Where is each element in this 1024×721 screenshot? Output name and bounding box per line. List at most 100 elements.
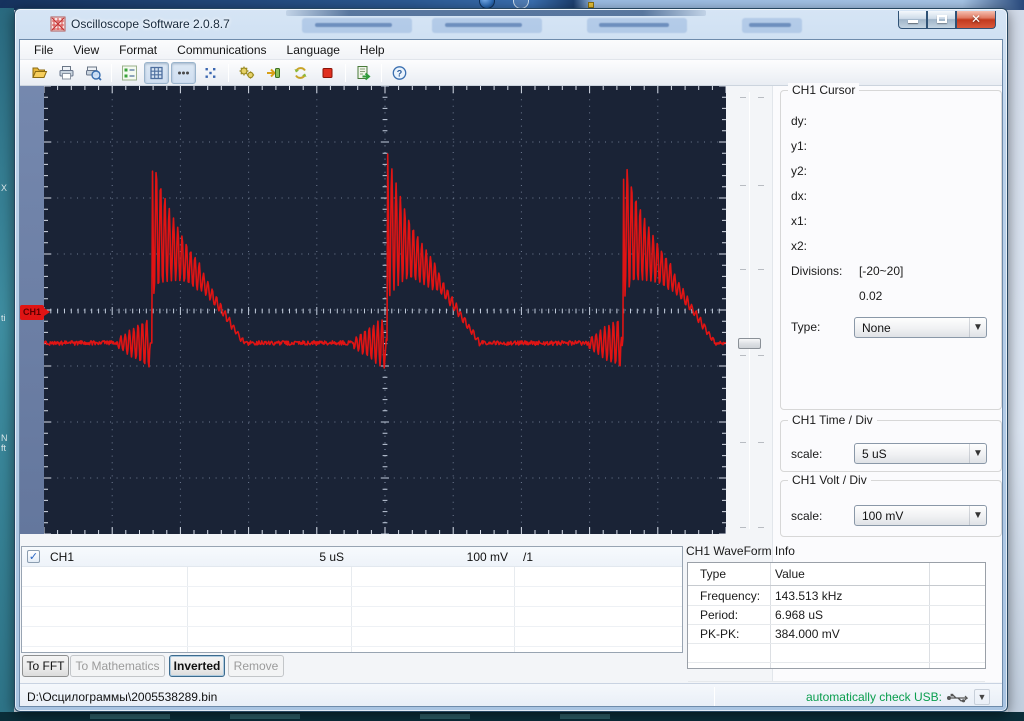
menu-help[interactable]: Help [350, 41, 395, 59]
slider-track[interactable] [749, 92, 750, 529]
volt-div-group: CH1 Volt / Div scale: 100 mV ▼ [780, 480, 1002, 537]
scope-display[interactable] [44, 86, 726, 534]
slider-tick-mark [740, 97, 746, 98]
volt-scale-label: scale: [791, 509, 822, 523]
channel-row[interactable]: ✓CH15 uS100 mV/1 [22, 547, 682, 567]
info-row-type: Frequency: [700, 589, 760, 603]
taskbar-item [420, 714, 470, 719]
cursor-field-row: 0.02 [781, 289, 1001, 311]
channel-checkbox[interactable]: ✓ [27, 550, 40, 563]
open-file-button[interactable] [27, 62, 52, 84]
menu-communications[interactable]: Communications [167, 41, 276, 59]
cursor-type-select[interactable]: None ▼ [854, 317, 987, 338]
taskbar-strip [0, 712, 1024, 721]
toolbar-separator [381, 64, 382, 82]
chevron-down-icon: ▼ [969, 506, 986, 525]
cursor-field-label: x2: [791, 239, 807, 253]
menu-format[interactable]: Format [109, 41, 167, 59]
minimize-button[interactable] [898, 11, 927, 29]
to-fft-button[interactable]: To FFT [22, 655, 69, 677]
waveform-info-empty-row [688, 663, 985, 682]
taskbar-item [90, 714, 170, 719]
channel-empty-row [22, 607, 682, 627]
refresh-button[interactable] [288, 62, 313, 84]
info-row-value: 143.513 kHz [775, 589, 842, 603]
menu-view[interactable]: View [63, 41, 109, 59]
cursor-field-value: [-20~20] [859, 264, 903, 278]
grid-toggle-icon [148, 65, 165, 81]
menu-bar: FileViewFormatCommunicationsLanguageHelp [20, 40, 1002, 60]
volt-div-group-title: CH1 Volt / Div [788, 473, 871, 487]
waveform-info-row: PK-PK:384.000 mV [688, 625, 985, 644]
channel-name: CH1 [50, 550, 74, 564]
dots-line-toggle-button[interactable] [171, 62, 196, 84]
close-button[interactable]: ✕ [956, 11, 996, 29]
menu-language[interactable]: Language [277, 41, 350, 59]
export-button[interactable] [351, 62, 376, 84]
desktop-left-strip: XtiN ft [0, 8, 14, 713]
connect-device-button[interactable] [261, 62, 286, 84]
usb-status-label: automatically check USB: [806, 690, 942, 704]
print-button[interactable] [54, 62, 79, 84]
print-preview-button[interactable] [81, 62, 106, 84]
maximize-button[interactable] [927, 11, 956, 29]
grid-toggle-button[interactable] [144, 62, 169, 84]
background-tab [302, 18, 412, 33]
to-mathematics-button: To Mathematics [70, 655, 165, 677]
background-tab [432, 18, 542, 33]
slider-tick-mark [758, 355, 764, 356]
inverted-button[interactable]: Inverted [169, 655, 225, 677]
status-bar: D:\Осцилограммы\2005538289.bin automatic… [20, 683, 1002, 707]
close-icon: ✕ [957, 12, 995, 26]
channel-list-icon [121, 65, 138, 81]
slider-tick-mark [758, 269, 764, 270]
slider-tick-mark [740, 185, 746, 186]
stop-button[interactable] [315, 62, 340, 84]
volt-div-select[interactable]: 100 mV ▼ [854, 505, 987, 526]
cursor-type-label: Type: [791, 320, 820, 334]
info-row-value: 6.968 uS [775, 608, 823, 622]
desktop-icon-label-fragment: ti [1, 313, 6, 323]
cursor-field-label: x1: [791, 214, 807, 228]
file-path: D:\Осцилограммы\2005538289.bin [27, 690, 217, 704]
help-button[interactable]: ? [387, 62, 412, 84]
menu-file[interactable]: File [24, 41, 63, 59]
settings-gears-icon [238, 65, 256, 81]
points-icon [202, 65, 219, 81]
desktop-icon-label-fragment: X [1, 183, 7, 193]
client-area: FileViewFormatCommunicationsLanguageHelp… [19, 39, 1003, 707]
points-button[interactable] [198, 62, 223, 84]
maximize-icon [937, 15, 947, 23]
slider-tick-mark [758, 185, 764, 186]
cursor-field-label: dy: [791, 114, 807, 128]
status-separator [714, 687, 715, 707]
minimize-icon [908, 20, 918, 23]
channel-marker-ch1[interactable]: CH1 [20, 305, 44, 320]
time-div-group-title: CH1 Time / Div [788, 413, 877, 427]
window-title: Oscilloscope Software 2.0.8.7 [71, 17, 230, 31]
usb-dropdown-caret[interactable]: ▼ [974, 689, 990, 705]
chevron-down-icon: ▼ [969, 318, 986, 337]
cursor-group-title: CH1 Cursor [788, 83, 859, 97]
slider-thumb[interactable] [738, 338, 761, 349]
info-row-type: Period: [700, 608, 738, 622]
time-div-group: CH1 Time / Div scale: 5 uS ▼ [780, 420, 1002, 472]
cursor-type-value: None [862, 321, 891, 335]
usb-icon [946, 691, 968, 707]
cursor-field-label: y1: [791, 139, 807, 153]
info-row-type: PK-PK: [700, 627, 739, 641]
open-file-icon [31, 65, 48, 81]
channel-list-button[interactable] [117, 62, 142, 84]
channel-volt-scale: 100 mV [351, 550, 508, 564]
dots-line-toggle-icon [175, 65, 192, 81]
settings-gears-button[interactable] [234, 62, 259, 84]
toolbar-separator [228, 64, 229, 82]
channel-empty-row [22, 627, 682, 647]
titlebar[interactable]: Oscilloscope Software 2.0.8.7 ✕ [15, 9, 1007, 39]
vertical-position-slider [726, 86, 772, 534]
table-header-value: Value [775, 567, 805, 581]
taskbar-item [560, 714, 610, 719]
time-div-select[interactable]: 5 uS ▼ [854, 443, 987, 464]
slider-tick-mark [740, 442, 746, 443]
cursor-field-label: dx: [791, 189, 807, 203]
